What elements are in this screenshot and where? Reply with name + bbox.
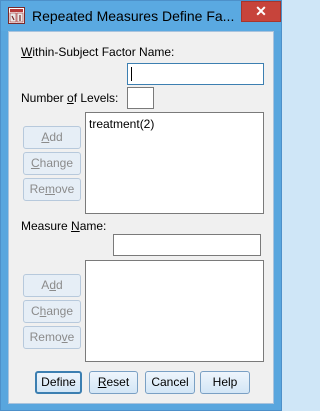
measure-name-label: Measure Name: xyxy=(21,219,107,233)
measure-change-button[interactable]: Change xyxy=(23,300,81,323)
factor-add-button[interactable]: Add xyxy=(23,126,81,149)
help-button[interactable]: Help xyxy=(200,371,250,394)
spss-app-icon xyxy=(8,7,25,24)
levels-input[interactable] xyxy=(127,87,154,109)
close-button[interactable]: ✕ xyxy=(241,1,281,22)
list-item[interactable]: treatment(2) xyxy=(89,117,154,131)
measure-name-input[interactable] xyxy=(113,234,261,256)
levels-label: Number of Levels: xyxy=(21,91,119,105)
factor-change-button[interactable]: Change xyxy=(23,152,81,175)
measure-remove-button[interactable]: Remove xyxy=(23,326,81,349)
measure-add-button[interactable]: Add xyxy=(23,274,81,297)
factor-name-label: Within-Subject Factor Name: xyxy=(21,45,175,59)
window-title: Repeated Measures Define Fa... xyxy=(32,8,235,24)
dialog-body: Within-Subject Factor Name: Number of Le… xyxy=(8,31,274,404)
close-icon: ✕ xyxy=(255,3,267,19)
define-button[interactable]: Define xyxy=(35,371,82,394)
dialog-window: Repeated Measures Define Fa... ✕ Within-… xyxy=(0,0,282,411)
title-bar[interactable]: Repeated Measures Define Fa... ✕ xyxy=(1,1,281,31)
factor-list[interactable]: treatment(2) xyxy=(85,112,264,214)
text-caret xyxy=(131,67,132,81)
factor-remove-button[interactable]: Remove xyxy=(23,178,81,201)
cancel-button[interactable]: Cancel xyxy=(145,371,195,394)
reset-button[interactable]: Reset xyxy=(89,371,138,394)
factor-name-input[interactable] xyxy=(127,63,264,85)
measure-list[interactable] xyxy=(85,260,264,362)
